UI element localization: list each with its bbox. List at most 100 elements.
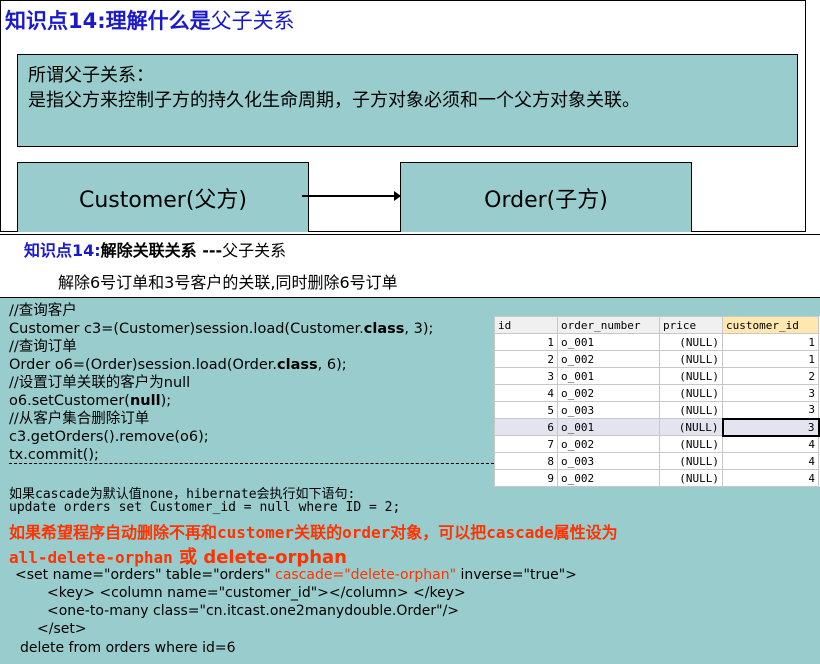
column-header-customer-id[interactable]: customer_id bbox=[722, 316, 819, 334]
xml-one-to-many: <one-to-many class="cn.itcast.one2manydo… bbox=[47, 603, 460, 619]
table-cell-id[interactable]: 5 bbox=[494, 401, 558, 419]
code-line: c3.getOrders().remove(o6); bbox=[9, 428, 433, 446]
code-post: , 6); bbox=[317, 357, 347, 373]
code-line: //查询订单 bbox=[9, 338, 433, 356]
table-cell-price[interactable]: (NULL) bbox=[659, 469, 723, 487]
xml-set-post: inverse="true"> bbox=[460, 567, 577, 583]
table-cell-id[interactable]: 2 bbox=[494, 350, 558, 368]
table-row[interactable]: 4 o_002 (NULL) 3 bbox=[494, 384, 819, 402]
table-cell-price[interactable]: (NULL) bbox=[659, 401, 723, 419]
code-pre: Order o6=(Order)session.load(Order. bbox=[9, 357, 277, 373]
parent-node-label: Customer(父方) bbox=[78, 187, 248, 213]
table-cell-order-number[interactable]: o_002 bbox=[557, 435, 660, 453]
table-cell-price[interactable]: (NULL) bbox=[659, 418, 723, 436]
table-cell-id[interactable]: 6 bbox=[494, 418, 558, 436]
table-cell-customer-id[interactable]: 3 bbox=[722, 401, 819, 419]
orphan-options: all-delete-orphan 或 delete-orphan bbox=[9, 543, 347, 569]
code-pre: Customer c3=(Customer)session.load(Custo… bbox=[9, 321, 364, 337]
table-cell-id[interactable]: 8 bbox=[494, 452, 558, 470]
code-line: //查询客户 bbox=[9, 302, 433, 320]
column-header-price[interactable]: price bbox=[659, 316, 723, 334]
delete-sql: delete from orders where id=6 bbox=[20, 640, 236, 656]
table-row[interactable]: 5 o_003 (NULL) 3 bbox=[494, 401, 819, 419]
table-cell-id[interactable]: 7 bbox=[494, 435, 558, 453]
xml-key: <key> <column name="customer_id"></colum… bbox=[47, 585, 466, 601]
table-cell-price[interactable]: (NULL) bbox=[659, 367, 723, 385]
table-cell-id[interactable]: 1 bbox=[494, 333, 558, 351]
table-cell-customer-id[interactable]: 4 bbox=[722, 452, 819, 470]
code-line: Customer c3=(Customer)session.load(Custo… bbox=[9, 320, 433, 338]
table-cell-price[interactable]: (NULL) bbox=[659, 384, 723, 402]
title-normal: 父子关系 bbox=[222, 241, 287, 260]
table-cell-price[interactable]: (NULL) bbox=[659, 333, 723, 351]
relation-arrow bbox=[302, 195, 400, 197]
table-cell-customer-id[interactable]: 3 bbox=[722, 384, 819, 402]
table-cell-id[interactable]: 3 bbox=[494, 367, 558, 385]
code-text: tx.commit(); bbox=[9, 447, 99, 463]
code-text: //查询订单 bbox=[9, 339, 77, 355]
code-pre: o6.setCustomer( bbox=[9, 393, 130, 409]
table-cell-id[interactable]: 4 bbox=[494, 384, 558, 402]
title-blue: 知识点14: bbox=[24, 241, 101, 260]
table-cell-order-number[interactable]: o_003 bbox=[557, 452, 660, 470]
orphan-hint: 如果希望程序自动删除不再和customer关联的order对象，可以把casca… bbox=[9, 523, 618, 542]
divider bbox=[0, 234, 820, 235]
code-kw: null bbox=[129, 393, 161, 409]
table-row[interactable]: 9 o_002 (NULL) 4 bbox=[494, 469, 819, 487]
code-text: c3.getOrders().remove(o6); bbox=[9, 429, 209, 445]
child-node-label: Order(子方) bbox=[484, 187, 608, 213]
table-cell-order-number[interactable]: o_001 bbox=[557, 367, 660, 385]
code-kw: class bbox=[363, 321, 405, 337]
xml-set: <set name="orders" table="orders" cascad… bbox=[15, 567, 577, 583]
option-delete-orphan: delete-orphan bbox=[203, 547, 347, 568]
table-row[interactable]: 8 o_003 (NULL) 4 bbox=[494, 452, 819, 470]
section-subtitle: 解除6号订单和3号客户的关联,同时删除6号订单 bbox=[58, 273, 398, 292]
table-cell-order-number[interactable]: o_002 bbox=[557, 384, 660, 402]
child-node: Order(子方) bbox=[400, 162, 692, 232]
table-row[interactable]: 6 o_001 (NULL) 3 bbox=[494, 417, 820, 437]
code-line: tx.commit(); bbox=[9, 446, 433, 464]
xml-set-close: </set> bbox=[37, 621, 87, 637]
code-line: Order o6=(Order)session.load(Order.class… bbox=[9, 356, 433, 374]
table-row[interactable]: 3 o_001 (NULL) 2 bbox=[494, 367, 819, 385]
code-post: , 3); bbox=[404, 321, 434, 337]
code-text: //查询客户 bbox=[9, 303, 77, 319]
table-cell-order-number[interactable]: o_002 bbox=[557, 350, 660, 368]
table-cell-customer-id[interactable]: 3 bbox=[721, 417, 820, 437]
table-cell-id[interactable]: 9 bbox=[494, 469, 558, 487]
table-cell-customer-id[interactable]: 4 bbox=[722, 469, 819, 487]
table-cell-order-number[interactable]: o_002 bbox=[557, 469, 660, 487]
table-cell-customer-id[interactable]: 1 bbox=[722, 333, 819, 351]
table-cell-customer-id[interactable]: 4 bbox=[722, 435, 819, 453]
option-or: 或 bbox=[179, 547, 198, 568]
java-code: //查询客户 Customer c3=(Customer)session.load… bbox=[9, 302, 433, 464]
orders-table: id order_number price customer_id 1 o_001 (NU… bbox=[494, 316, 820, 487]
definition-box: 所谓父子关系： 是指父方来控制子方的持久化生命周期，子方对象必须和一个父方对象关… bbox=[17, 54, 798, 147]
title-normal: 父子关系 bbox=[210, 9, 295, 33]
code-text: //设置订单关联的客户为null bbox=[9, 375, 191, 391]
table-cell-order-number[interactable]: o_001 bbox=[557, 333, 660, 351]
table-cell-order-number[interactable]: o_001 bbox=[557, 418, 660, 436]
table-header: id order_number price customer_id bbox=[494, 316, 819, 334]
table-cell-price[interactable]: (NULL) bbox=[659, 435, 723, 453]
code-line: //设置订单关联的客户为null bbox=[9, 374, 433, 392]
xml-set-pre: <set name="orders" table="orders" bbox=[15, 567, 271, 583]
definition-label: 所谓父子关系： bbox=[28, 65, 154, 86]
table-row[interactable]: 7 o_002 (NULL) 4 bbox=[494, 435, 819, 453]
table-row[interactable]: 2 o_002 (NULL) 1 bbox=[494, 350, 819, 368]
definition-text: 是指父方来控制子方的持久化生命周期，子方对象必须和一个父方对象关联。 bbox=[28, 90, 640, 111]
table-cell-customer-id[interactable]: 1 bbox=[722, 350, 819, 368]
table-cell-customer-id[interactable]: 2 bbox=[722, 367, 819, 385]
table-cell-price[interactable]: (NULL) bbox=[659, 452, 723, 470]
title-bold: 解除关联关系 --- bbox=[100, 241, 223, 260]
table-cell-order-number[interactable]: o_003 bbox=[557, 401, 660, 419]
table-cell-price[interactable]: (NULL) bbox=[659, 350, 723, 368]
option-all-delete-orphan: all-delete-orphan bbox=[9, 548, 173, 567]
column-header-order-number[interactable]: order_number bbox=[557, 316, 660, 334]
slide-title: 知识点14:理解什么是父子关系 bbox=[5, 5, 295, 35]
code-kw: class bbox=[277, 357, 318, 373]
column-header-id[interactable]: id bbox=[494, 316, 558, 334]
parent-node: Customer(父方) bbox=[17, 162, 309, 232]
table-row[interactable]: 1 o_001 (NULL) 1 bbox=[494, 333, 819, 351]
section-title: 知识点14:解除关联关系 ---父子关系 bbox=[24, 237, 286, 261]
